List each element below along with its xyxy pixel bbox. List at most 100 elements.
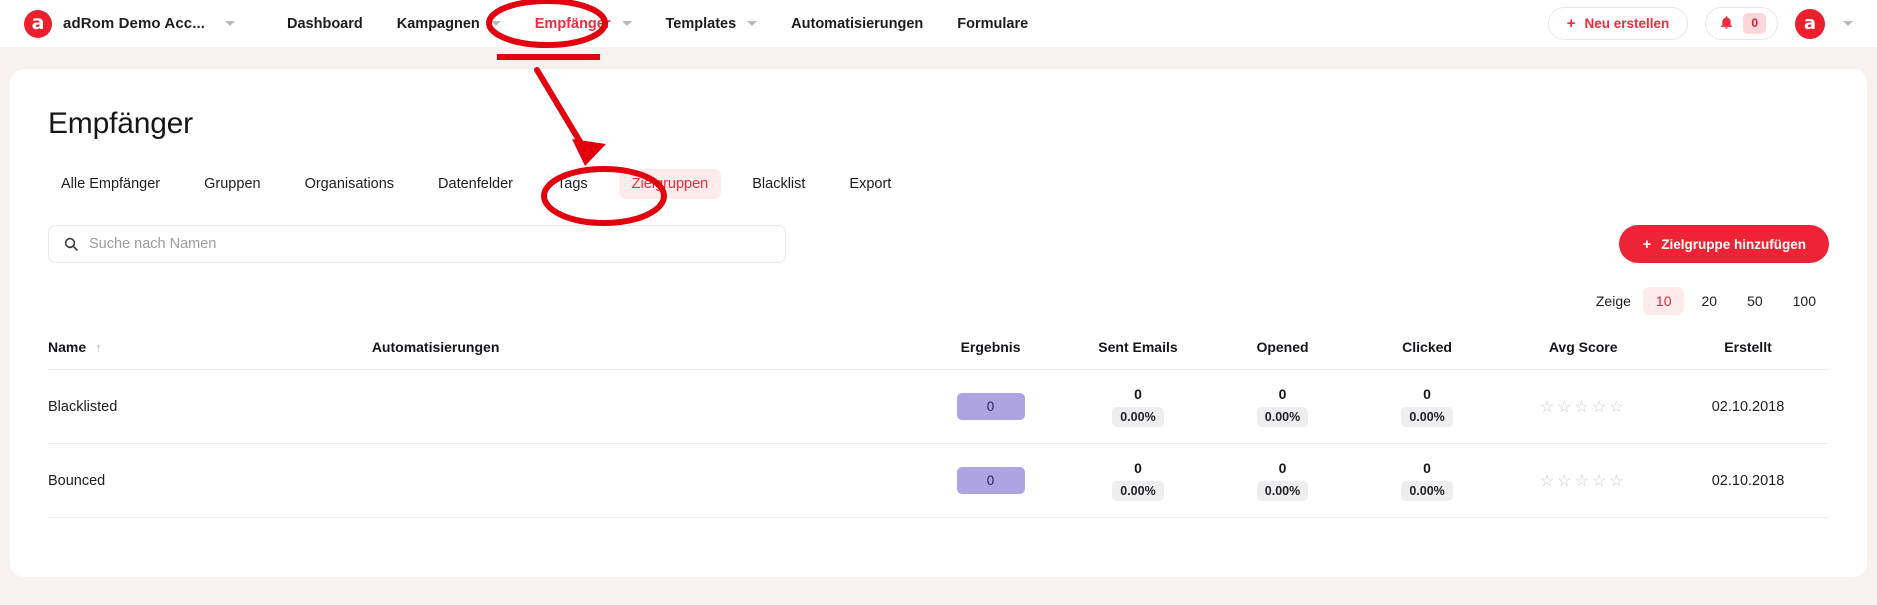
metric-percent: 0.00% [1401, 481, 1453, 501]
nav-item-templates[interactable]: Templates [666, 16, 758, 32]
tab-label: Zielgruppen [631, 176, 709, 192]
chevron-down-icon[interactable] [490, 21, 501, 26]
cell-erstellt: 02.10.2018 [1667, 369, 1829, 444]
table-row[interactable]: Bounced 0 0 0.00% 0 0.00% 0 0.00% ☆☆☆☆☆ … [48, 443, 1829, 518]
cell-erstellt: 02.10.2018 [1667, 443, 1829, 518]
tab-organisations[interactable]: Organisations [292, 169, 407, 199]
metric-percent: 0.00% [1112, 481, 1164, 501]
page-body: Empfänger Alle Empfänger Gruppen Organis… [0, 47, 1877, 605]
search-input[interactable] [89, 236, 771, 252]
column-header-opened[interactable]: Opened [1210, 329, 1355, 370]
column-header-sent-emails[interactable]: Sent Emails [1065, 329, 1211, 370]
page-size-option-100[interactable]: 100 [1780, 287, 1829, 315]
metric-value: 0 [1134, 386, 1142, 402]
cell-avg-score: ☆☆☆☆☆ [1499, 443, 1668, 518]
ergebnis-chip[interactable]: 0 [956, 393, 1025, 420]
tab-label: Export [849, 176, 892, 192]
column-label: Ergebnis [960, 339, 1021, 355]
tab-label: Datenfelder [438, 176, 514, 192]
cell-ergebnis: 0 [915, 443, 1066, 518]
avatar[interactable]: a [1795, 8, 1825, 39]
chevron-down-icon[interactable] [1843, 21, 1853, 26]
search-row: + Zielgruppe hinzufügen [48, 225, 1829, 263]
star-rating-icon[interactable]: ☆☆☆☆☆ [1540, 473, 1627, 490]
column-header-automatisierungen[interactable]: Automatisierungen [371, 329, 916, 370]
tab-label: Blacklist [752, 176, 806, 192]
nav-item-automatisierungen[interactable]: Automatisierungen [791, 16, 923, 32]
main-navigation: Dashboard Kampagnen Empfänger Templates … [287, 16, 1028, 32]
nav-item-formulare[interactable]: Formulare [957, 16, 1028, 32]
cell-automatisierungen [371, 369, 916, 444]
tab-alle-empfaenger[interactable]: Alle Empfänger [48, 169, 173, 199]
add-zielgruppe-label: Zielgruppe hinzufügen [1661, 236, 1806, 252]
metric-clicked: 0 0.00% [1355, 460, 1500, 501]
column-header-name[interactable]: Name ↑ [48, 329, 372, 370]
page-title: Empfänger [48, 107, 193, 140]
metric-opened: 0 0.00% [1210, 460, 1355, 501]
metric-opened: 0 0.00% [1210, 386, 1355, 427]
add-zielgruppe-button[interactable]: + Zielgruppe hinzufügen [1619, 225, 1829, 263]
create-new-label: Neu erstellen [1584, 16, 1670, 31]
tab-export[interactable]: Export [836, 169, 904, 199]
notification-count-badge: 0 [1743, 13, 1766, 34]
metric-percent: 0.00% [1401, 407, 1453, 427]
nav-item-empfaenger[interactable]: Empfänger [535, 16, 632, 32]
star-rating-icon[interactable]: ☆☆☆☆☆ [1540, 399, 1627, 416]
nav-item-dashboard[interactable]: Dashboard [287, 16, 363, 32]
tab-blacklist[interactable]: Blacklist [739, 169, 818, 199]
page-size-option-50[interactable]: 50 [1734, 287, 1776, 315]
table-row[interactable]: Blacklisted 0 0 0.00% 0 0.00% 0 0.00% ☆☆… [48, 369, 1829, 444]
brand-selector[interactable]: a adRom Demo Acc... [24, 9, 236, 38]
chevron-down-icon[interactable] [621, 21, 632, 26]
cell-clicked: 0 0.00% [1354, 369, 1500, 444]
metric-sent-emails: 0 0.00% [1066, 460, 1211, 501]
column-header-avg-score[interactable]: Avg Score [1499, 329, 1668, 370]
cell-avg-score: ☆☆☆☆☆ [1499, 369, 1668, 444]
metric-value: 0 [1278, 460, 1287, 476]
page-size-option-10[interactable]: 10 [1642, 287, 1685, 315]
metric-value: 0 [1423, 460, 1431, 476]
ergebnis-chip[interactable]: 0 [956, 467, 1025, 494]
tab-gruppen[interactable]: Gruppen [191, 169, 273, 199]
column-header-clicked[interactable]: Clicked [1354, 329, 1500, 370]
tab-bar: Alle Empfänger Gruppen Organisations Dat… [48, 169, 1829, 199]
notifications-button[interactable]: 0 [1705, 7, 1778, 40]
table-header: Name ↑ Automatisierungen Ergebnis Sent Em… [48, 329, 1829, 370]
metric-value: 0 [1134, 460, 1142, 476]
column-header-erstellt[interactable]: Erstellt [1667, 329, 1829, 370]
nav-label: Automatisierungen [791, 15, 924, 32]
nav-label: Templates [665, 15, 737, 32]
tab-tags[interactable]: Tags [544, 169, 601, 199]
brand-logo-icon: a [24, 9, 52, 38]
column-label: Name [48, 339, 87, 355]
tab-zielgruppen[interactable]: Zielgruppen [618, 169, 722, 199]
metric-percent: 0.00% [1256, 407, 1309, 427]
nav-label: Formulare [957, 15, 1029, 32]
cell-name: Blacklisted [48, 369, 372, 444]
table-body: Blacklisted 0 0 0.00% 0 0.00% 0 0.00% ☆☆… [48, 369, 1829, 518]
metric-percent: 0.00% [1112, 407, 1164, 427]
column-label: Erstellt [1724, 339, 1772, 355]
tab-datenfelder[interactable]: Datenfelder [425, 169, 526, 199]
search-box[interactable] [48, 225, 786, 263]
chevron-down-icon[interactable] [225, 21, 236, 26]
metric-clicked: 0 0.00% [1355, 386, 1500, 427]
metric-percent: 0.00% [1256, 481, 1309, 501]
column-header-ergebnis[interactable]: Ergebnis [915, 329, 1066, 370]
column-label: Opened [1256, 339, 1309, 355]
cell-opened: 0 0.00% [1210, 443, 1355, 518]
column-label: Avg Score [1548, 339, 1618, 355]
nav-label: Dashboard [287, 15, 363, 32]
plus-icon: + [1642, 235, 1652, 253]
cell-sent-emails: 0 0.00% [1065, 369, 1211, 444]
nav-item-kampagnen[interactable]: Kampagnen [397, 16, 501, 32]
top-navbar: a adRom Demo Acc... Dashboard Kampagnen … [0, 0, 1877, 47]
cell-name: Bounced [48, 443, 372, 518]
column-label: Sent Emails [1098, 339, 1178, 355]
zielgruppen-table: Name ↑ Automatisierungen Ergebnis Sent Em… [48, 329, 1829, 518]
create-new-button[interactable]: + Neu erstellen [1547, 7, 1689, 40]
cell-ergebnis: 0 [915, 369, 1066, 444]
page-size-option-20[interactable]: 20 [1688, 287, 1730, 315]
chevron-down-icon[interactable] [747, 21, 758, 26]
sort-ascending-icon[interactable]: ↑ [95, 340, 102, 355]
